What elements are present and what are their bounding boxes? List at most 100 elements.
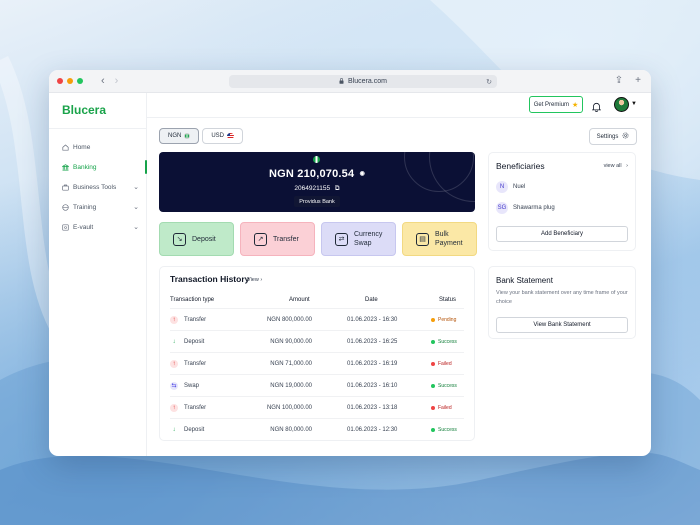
tab-usd[interactable]: USD <box>202 128 244 144</box>
quick-actions: ↘ Deposit ↗ Transfer ⇄ Currency Swap ▤ B… <box>159 222 477 256</box>
browser-titlebar: ‹ › Blucera.com ↻ ⇪ + <box>49 70 651 93</box>
status-label: Success <box>438 382 457 389</box>
transfer-button[interactable]: ↗ Transfer <box>240 222 315 256</box>
view-bank-statement-button[interactable]: View Bank Statement <box>496 317 628 333</box>
action-label: Transfer <box>273 235 299 243</box>
reload-icon[interactable]: ↻ <box>486 78 492 86</box>
maximize-window-dot[interactable] <box>77 78 83 84</box>
minimize-window-dot[interactable] <box>67 78 73 84</box>
chevron-right-icon: › <box>260 277 263 283</box>
action-label-line1: Bulk <box>435 230 449 238</box>
address-bar[interactable]: Blucera.com ↻ <box>229 75 497 88</box>
transfer-out-icon: ↑ <box>170 403 178 412</box>
beneficiary-item[interactable]: SG Shawarma plug <box>496 202 555 214</box>
sidebar-item-banking[interactable]: Banking <box>49 157 147 177</box>
table-row[interactable]: ↓ Deposit NGN 90,000.00 01.06.2023 - 16:25 S… <box>170 330 464 352</box>
transfer-icon: ↗ <box>254 232 267 246</box>
view-label: View <box>247 277 259 283</box>
forward-arrow-icon[interactable]: › <box>115 75 119 87</box>
gear-icon <box>622 132 629 141</box>
transaction-type: ↓ Deposit <box>170 425 205 434</box>
status-label: Pending <box>438 316 457 323</box>
transaction-type: ↑ Transfer <box>170 403 206 412</box>
beneficiary-name: Shawarma plug <box>513 205 555 211</box>
transaction-date: 01.06.2023 - 16:25 <box>347 338 398 345</box>
transaction-amount: NGN 100,000.00 <box>266 404 312 411</box>
star-icon: ★ <box>572 101 579 109</box>
table-row[interactable]: ↑ Transfer NGN 100,000.00 01.06.2023 - 13:1… <box>170 396 464 418</box>
main-content: Get Premium ★ ▼ NGN USD Settings NGN 210… <box>147 93 651 456</box>
transaction-date: 01.06.2023 - 13:18 <box>347 404 398 411</box>
bell-icon[interactable] <box>591 99 602 117</box>
chevron-down-icon: ⌄ <box>133 224 139 231</box>
sidebar-item-business-tools[interactable]: Business Tools ⌄ <box>49 177 146 197</box>
status-label: Failed <box>438 404 452 411</box>
bank-name-badge: Providus Bank <box>294 196 340 207</box>
chevron-down-icon: ⌄ <box>133 184 139 191</box>
beneficiary-item[interactable]: N Nuel <box>496 181 525 193</box>
transaction-date: 01.06.2023 - 12:30 <box>347 426 398 433</box>
transaction-amount: NGN 90,000.00 <box>270 338 312 345</box>
home-icon <box>62 144 69 151</box>
action-label: Currency Swap <box>354 230 382 249</box>
beneficiaries-title: Beneficiaries <box>496 161 545 171</box>
copy-icon[interactable]: ⧉ <box>335 185 340 192</box>
back-arrow-icon[interactable]: ‹ <box>101 75 105 87</box>
top-header: Get Premium ★ ▼ <box>147 93 651 118</box>
chevron-right-icon: › <box>626 163 628 169</box>
status-badge: Success <box>431 383 457 389</box>
get-premium-button[interactable]: Get Premium ★ <box>529 96 583 113</box>
transfer-out-icon: ↑ <box>170 359 178 368</box>
bulk-payment-icon: ▤ <box>416 232 429 246</box>
settings-button[interactable]: Settings <box>589 128 637 145</box>
sidebar-item-e-vault[interactable]: E-vault ⌄ <box>49 217 146 237</box>
deposit-button[interactable]: ↘ Deposit <box>159 222 234 256</box>
status-badge: Failed <box>431 405 452 411</box>
transaction-type-label: Transfer <box>184 360 207 367</box>
transaction-type: ↓ Deposit <box>170 337 204 346</box>
beneficiary-avatar: SG <box>496 202 508 214</box>
tab-label: NGN <box>168 133 182 139</box>
add-beneficiary-button[interactable]: Add Beneficiary <box>496 226 628 242</box>
avatar[interactable] <box>614 97 629 112</box>
transaction-type: ↑ Transfer <box>170 315 206 324</box>
status-dot <box>431 317 435 322</box>
nigeria-flag-icon <box>313 156 320 163</box>
status-badge: Success <box>431 339 457 345</box>
new-tab-icon[interactable]: + <box>635 75 641 86</box>
eye-icon[interactable]: ◉ <box>360 171 365 177</box>
caret-down-icon[interactable]: ▼ <box>631 101 637 107</box>
transaction-amount: NGN 19,000.00 <box>270 382 312 389</box>
currency-swap-button[interactable]: ⇄ Currency Swap <box>321 222 396 256</box>
sidebar-item-home[interactable]: Home <box>49 137 146 157</box>
close-window-dot[interactable] <box>57 78 63 84</box>
sidebar-item-training[interactable]: Training ⌄ <box>49 197 146 217</box>
action-label-line1: Currency <box>354 230 383 238</box>
tab-ngn[interactable]: NGN <box>159 128 200 144</box>
transaction-type-label: Deposit <box>184 426 205 433</box>
bank-statement-description: View your bank statement over any time f… <box>496 290 628 305</box>
vault-icon <box>62 223 69 231</box>
deposit-in-icon: ↓ <box>170 425 178 434</box>
view-all-label: view all <box>603 163 622 169</box>
table-row[interactable]: ↑ Transfer NGN 800,000.00 01.06.2023 - 16:3… <box>170 308 464 330</box>
status-badge: Success <box>431 427 457 433</box>
bank-icon <box>62 163 69 171</box>
sidebar-item-label: E-vault <box>73 223 94 231</box>
currency-tabs: NGN USD <box>159 128 244 144</box>
settings-label: Settings <box>596 133 619 140</box>
view-all-link[interactable]: view all › <box>604 163 628 169</box>
action-label-line2: Swap <box>354 240 372 247</box>
table-row[interactable]: ↓ Deposit NGN 80,000.00 01.06.2023 - 12:30 S… <box>170 418 464 440</box>
training-icon <box>62 203 69 211</box>
transaction-view-link[interactable]: View › <box>247 277 262 283</box>
brand-logo[interactable]: Blucera <box>49 103 146 125</box>
bulk-payment-button[interactable]: ▤ Bulk Payment <box>402 222 477 256</box>
share-icon[interactable]: ⇪ <box>615 75 623 86</box>
table-row[interactable]: ↑ Transfer NGN 71,000.00 01.06.2023 - 16:19… <box>170 352 464 374</box>
balance-value: 210,070.54 <box>297 168 355 180</box>
action-label: Bulk Payment <box>435 230 463 249</box>
table-row[interactable]: ⇆ Swap NGN 19,000.00 01.06.2023 - 16:10 Succ… <box>170 374 464 396</box>
action-label-line2: Payment <box>435 240 463 247</box>
status-dot <box>431 427 435 432</box>
